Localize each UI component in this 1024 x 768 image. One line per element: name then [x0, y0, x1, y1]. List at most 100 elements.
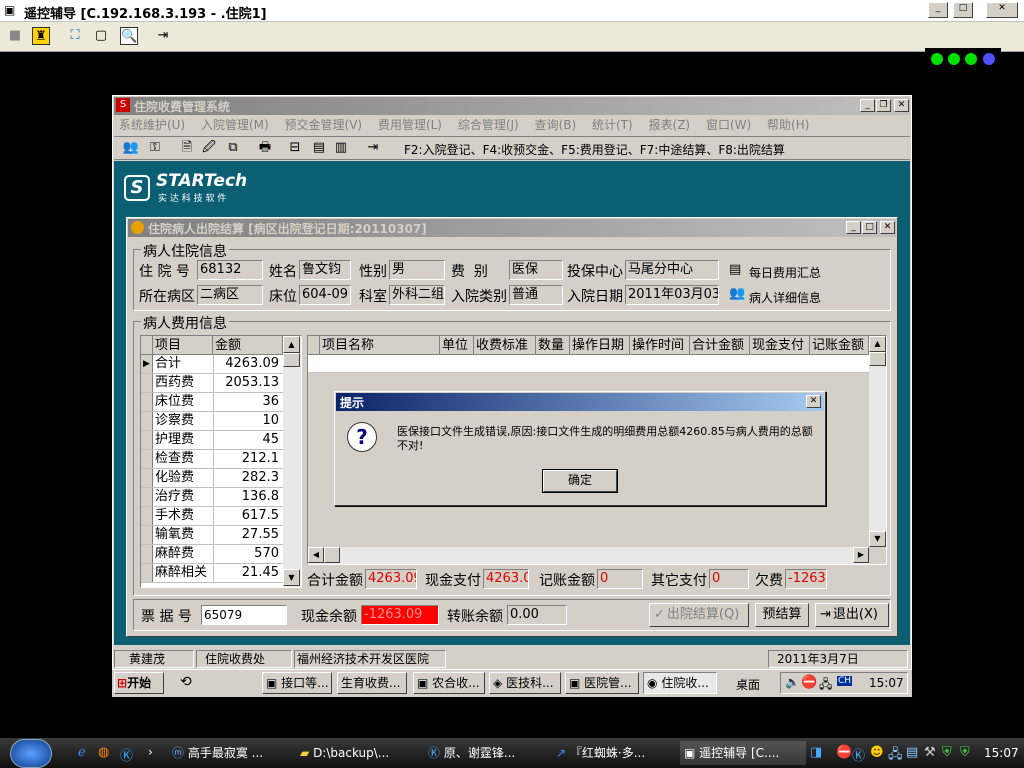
col-item[interactable]: 项目 — [153, 336, 213, 355]
fee-summary-row[interactable]: 治疗费 136.8 — [141, 488, 283, 507]
tray-shield-icon[interactable]: ⛨ — [942, 745, 952, 760]
fee-summary-row[interactable]: ▶ 合计 4263.09 — [141, 355, 283, 374]
fee-detail-hscroll[interactable]: ◀ ▶ — [308, 547, 869, 564]
total-amount-field[interactable]: 4263.09 — [365, 569, 417, 589]
exit-icon[interactable]: ⇥ — [364, 139, 382, 157]
xp-task-3[interactable]: Ⓚ 原、谢霆锋... — [428, 741, 548, 765]
col-cash-pay[interactable]: 现金支付 — [750, 336, 810, 355]
xp-task-1[interactable]: ⓜ 高手最寂寞 ... — [172, 741, 292, 765]
col-quantity[interactable]: 数量 — [536, 336, 570, 355]
app-minimize-button[interactable]: _ — [860, 99, 875, 112]
exit-remote-icon[interactable]: ⇥ — [154, 27, 172, 45]
fee-summary-row[interactable]: 床位费 36 — [141, 393, 283, 412]
tray-app-icon[interactable]: ◨ — [810, 745, 822, 760]
ward-field[interactable]: 二病区 — [197, 285, 263, 305]
remote-minimize-button[interactable]: _ — [928, 2, 948, 18]
edit-icon[interactable]: 🖉 — [200, 139, 218, 157]
menu-fees[interactable]: 费用管理(L) — [378, 118, 442, 132]
menu-help[interactable]: 帮助(H) — [767, 118, 809, 132]
xp-start-orb[interactable] — [10, 739, 52, 768]
copy-icon[interactable]: ⧉ — [224, 139, 242, 157]
menu-query[interactable]: 查询(B) — [535, 118, 577, 132]
app-k-icon[interactable]: Ⓚ — [120, 745, 133, 764]
col-op-time[interactable]: 操作时间 — [630, 336, 690, 355]
tray-tool-icon[interactable]: ⚒ — [924, 745, 936, 760]
col-unit[interactable]: 单位 — [440, 336, 474, 355]
quicklaunch-icon[interactable]: ⟲ — [180, 674, 192, 690]
tray-display-icon[interactable]: ▤ — [906, 745, 918, 760]
detail-scroll-right[interactable]: ▶ — [853, 547, 869, 563]
app-close-button[interactable]: ✕ — [894, 99, 909, 112]
printer-icon[interactable]: 🖶 — [256, 139, 274, 157]
report-icon[interactable]: ▥ — [332, 139, 350, 157]
quicklaunch-chevron-icon[interactable]: › — [148, 745, 153, 759]
cash-pay-field[interactable]: 4263.0 — [483, 569, 529, 589]
account-amount-field[interactable]: 0 — [597, 569, 643, 589]
owe-field[interactable]: -1263 — [785, 569, 827, 589]
col-total-amount[interactable]: 合计金额 — [690, 336, 750, 355]
tray-k-icon[interactable]: Ⓚ — [852, 745, 865, 764]
cash-balance-field[interactable]: -1263.09 — [361, 605, 439, 625]
network-icon[interactable]: 🖧 — [819, 675, 832, 696]
admit-type-field[interactable]: 普通 — [509, 285, 563, 305]
zoom-icon[interactable]: 🔍 — [120, 27, 138, 45]
remote-desktop-label[interactable]: 桌面 — [736, 676, 760, 693]
insure-center-field[interactable]: 马尾分中心 — [625, 260, 719, 280]
detail-scroll-down[interactable]: ▼ — [869, 531, 886, 547]
fee-summary-row[interactable]: 检查费 212.1 — [141, 450, 283, 469]
fee-summary-row[interactable]: 护理费 45 — [141, 431, 283, 450]
menu-deposit[interactable]: 预交金管理(V) — [285, 118, 363, 132]
sex-field[interactable]: 男 — [389, 260, 445, 280]
fee-summary-row[interactable]: 手术费 617.5 — [141, 507, 283, 526]
detail-scroll-up[interactable]: ▲ — [869, 336, 886, 352]
admit-date-field[interactable]: 2011年03月03日 — [625, 285, 719, 305]
fee-summary-row[interactable]: 输氧费 27.55 — [141, 526, 283, 545]
alert-close-button[interactable]: ✕ — [806, 395, 821, 408]
tray-stop-icon[interactable]: ⛔ — [836, 745, 852, 760]
transfer-balance-field[interactable]: 0.00 — [507, 605, 567, 625]
volume-icon[interactable]: 🔈 — [785, 675, 800, 689]
pre-settle-button[interactable]: 预结算 — [755, 603, 809, 627]
connect-icon[interactable]: ♜ — [32, 27, 50, 45]
alert-ok-button[interactable]: 确定 — [542, 469, 618, 493]
detail-hscroll-thumb[interactable] — [324, 547, 340, 563]
settlement-close-button[interactable]: ✕ — [880, 221, 895, 234]
key-icon[interactable]: ⚿ — [146, 139, 164, 157]
app-restore-button[interactable]: ❐ — [876, 99, 891, 112]
receipt-field[interactable]: 65079 — [201, 605, 287, 625]
detail-scroll-left[interactable]: ◀ — [308, 547, 324, 563]
col-item-name[interactable]: 项目名称 — [320, 336, 440, 355]
discharge-settle-button[interactable]: ✓ 出院结算(Q) — [649, 603, 749, 627]
menu-window[interactable]: 窗口(W) — [706, 118, 751, 132]
firefox-icon[interactable]: ◍ — [98, 745, 109, 760]
name-field[interactable]: 鲁文钧 — [299, 260, 351, 280]
users-icon[interactable]: 👥 — [122, 139, 140, 157]
tray-qq-icon[interactable]: ☻ — [870, 745, 884, 760]
col-fee-standard[interactable]: 收费标准 — [474, 336, 536, 355]
menu-system[interactable]: 系统维护(U) — [119, 118, 185, 132]
settlement-minimize-button[interactable]: _ — [846, 221, 861, 234]
menu-statistics[interactable]: 统计(T) — [592, 118, 633, 132]
xp-task-5[interactable]: ▣ 遥控辅导 [C.... — [680, 741, 806, 765]
remote-task-3[interactable]: ▣ 农合收... — [413, 672, 485, 694]
stamp-icon[interactable]: ⊟ — [286, 139, 304, 157]
settlement-maximize-button[interactable]: □ — [862, 221, 877, 234]
remote-task-5[interactable]: ▣ 医院管... — [565, 672, 639, 694]
fee-summary-row[interactable]: 化验费 282.3 — [141, 469, 283, 488]
fee-summary-row[interactable]: 麻醉费 570 — [141, 545, 283, 564]
scroll-down-button[interactable]: ▼ — [283, 569, 300, 586]
menu-reports[interactable]: 报表(Z) — [649, 118, 691, 132]
fee-type-field[interactable]: 医保 — [509, 260, 563, 280]
remote-maximize-button[interactable]: □ — [953, 2, 973, 18]
fee-summary-row[interactable]: 麻醉相关 21.45 — [141, 564, 283, 583]
stop-icon[interactable]: ⛔ — [801, 675, 817, 690]
col-op-date[interactable]: 操作日期 — [570, 336, 630, 355]
patient-detail-link[interactable]: 病人详细信息 — [749, 289, 821, 306]
document-icon[interactable]: 🗎 — [178, 139, 196, 157]
dept-field[interactable]: 外科二组 — [389, 285, 445, 305]
scroll-up-button[interactable]: ▲ — [283, 336, 300, 353]
detail-scroll-thumb[interactable] — [869, 352, 886, 366]
remote-start-button[interactable]: ⊞开始 — [114, 672, 164, 694]
fee-detail-vscroll[interactable]: ▲ ▼ — [869, 336, 886, 547]
remote-task-1[interactable]: ▣ 接口等... — [262, 672, 332, 694]
